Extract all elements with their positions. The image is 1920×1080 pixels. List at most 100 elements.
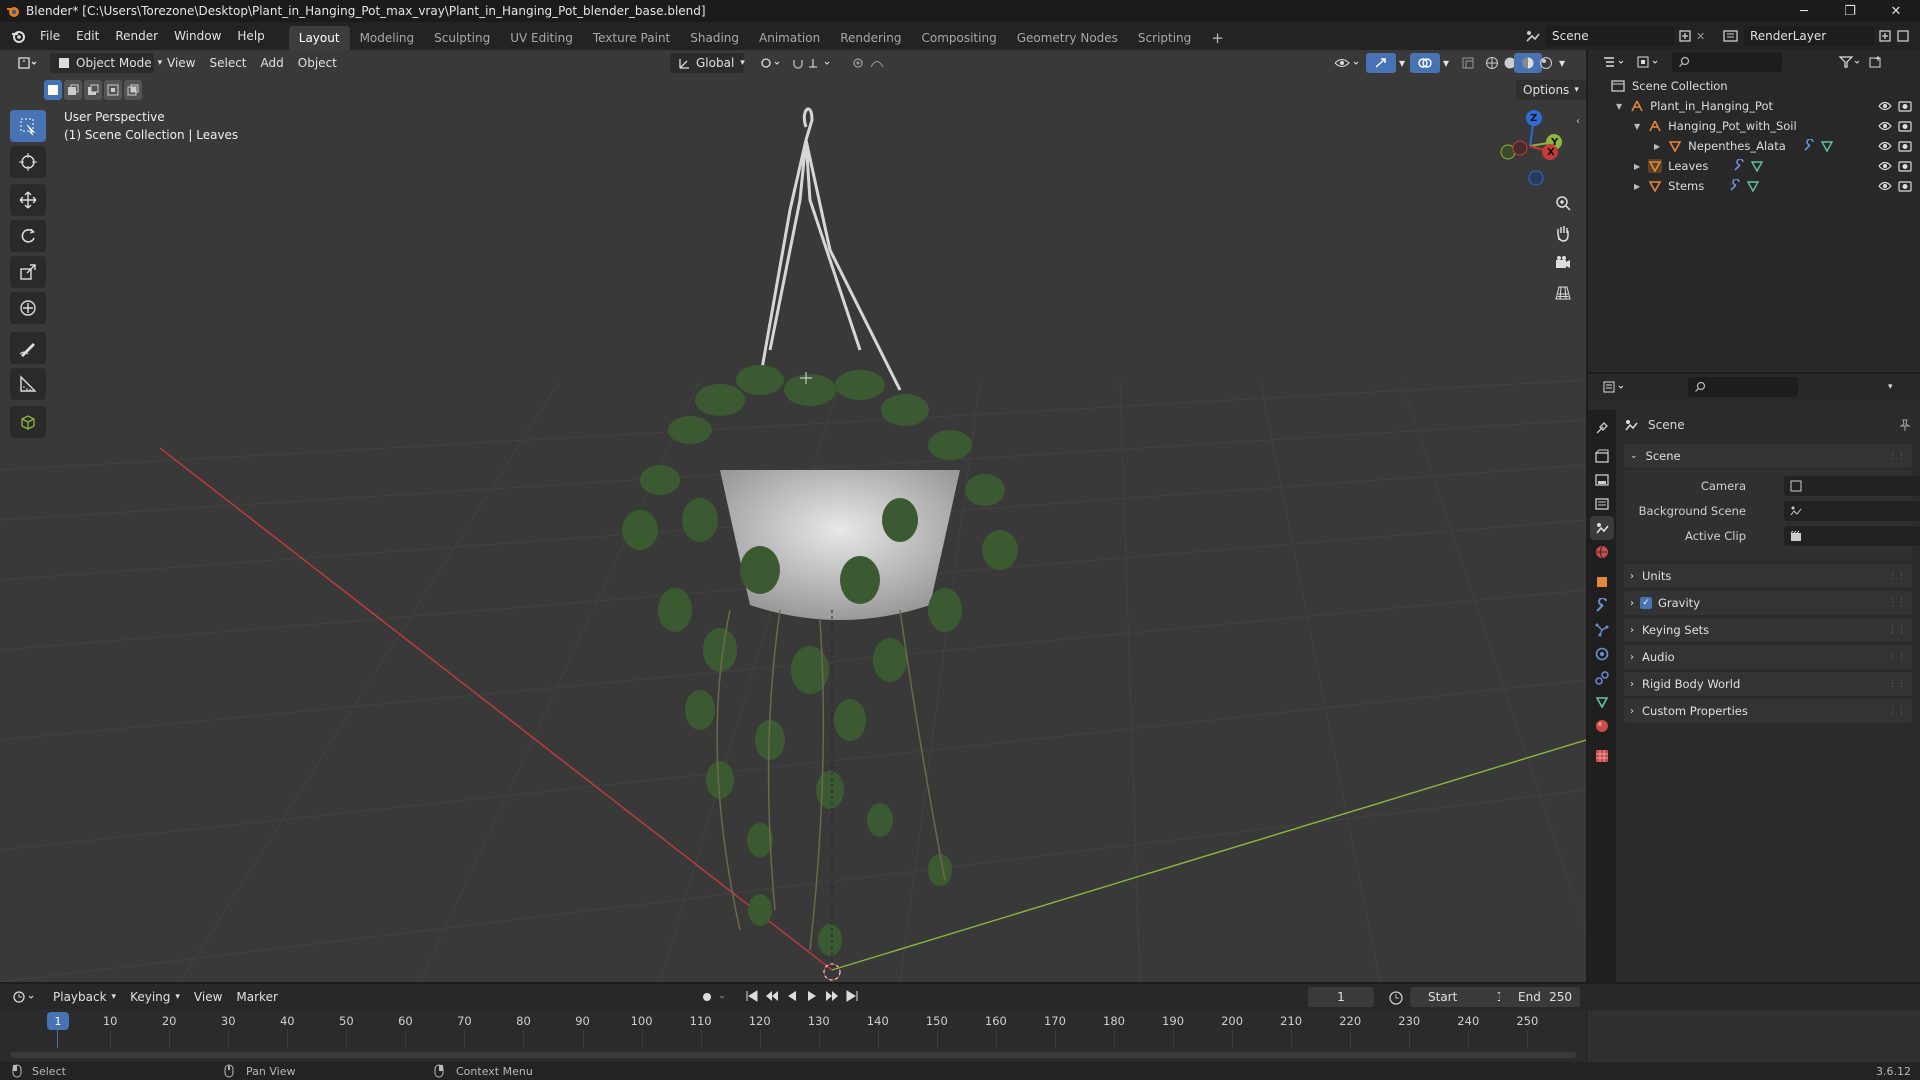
background-scene-field[interactable] bbox=[1784, 501, 1920, 521]
minimize-button[interactable]: ─ bbox=[1782, 0, 1826, 22]
world-tab-icon[interactable] bbox=[1590, 540, 1614, 564]
cursor-tool[interactable] bbox=[10, 146, 46, 178]
render-camera-icon[interactable] bbox=[1898, 100, 1912, 112]
transform-tool[interactable] bbox=[10, 292, 46, 324]
tab-shading[interactable]: Shading bbox=[680, 26, 749, 50]
remove-layer-icon[interactable] bbox=[1896, 29, 1910, 43]
chevron-down-icon[interactable]: ▾ bbox=[1888, 382, 1893, 392]
rotate-tool[interactable] bbox=[10, 220, 46, 252]
outliner-row-plant-in-hanging-pot[interactable]: ▼ Plant_in_Hanging_Pot bbox=[1588, 96, 1920, 116]
tab-rendering[interactable]: Rendering bbox=[830, 26, 911, 50]
menu-help[interactable]: Help bbox=[229, 22, 272, 50]
render-camera-icon[interactable] bbox=[1898, 160, 1912, 172]
render-camera-icon[interactable] bbox=[1898, 120, 1912, 132]
expand-arrow-icon[interactable]: ▶ bbox=[1634, 182, 1640, 191]
new-scene-icon[interactable] bbox=[1678, 29, 1692, 43]
end-frame-field[interactable]: End 250 bbox=[1500, 987, 1580, 1007]
sidebar-toggle-icon[interactable]: ‹ bbox=[1576, 116, 1580, 127]
preview-range-icon[interactable] bbox=[1388, 990, 1404, 1006]
menu-window[interactable]: Window bbox=[166, 22, 229, 50]
auto-keying-icon[interactable] bbox=[700, 990, 730, 1004]
select-extend-icon[interactable] bbox=[64, 80, 82, 100]
camera-field[interactable] bbox=[1784, 476, 1920, 496]
tab-texture-paint[interactable]: Texture Paint bbox=[583, 26, 680, 50]
modifier-tab-icon[interactable] bbox=[1590, 594, 1614, 618]
viewport-menu-object[interactable]: Object bbox=[291, 53, 344, 73]
select-subtract-icon[interactable] bbox=[84, 80, 102, 100]
eye-icon[interactable] bbox=[1878, 140, 1892, 152]
tab-sculpting[interactable]: Sculpting bbox=[424, 26, 500, 50]
zoom-icon[interactable] bbox=[1550, 190, 1576, 216]
select-invert-icon[interactable] bbox=[104, 80, 122, 100]
tab-compositing[interactable]: Compositing bbox=[911, 26, 1006, 50]
keying-menu[interactable]: Keying ▾ bbox=[123, 987, 187, 1007]
proportional-edit-icon[interactable] bbox=[844, 53, 902, 73]
outliner-row-nepenthes-alata[interactable]: ▶ Nepenthes_Alata bbox=[1588, 136, 1920, 156]
viewport-scene[interactable] bbox=[0, 50, 1586, 982]
mesh-data-icon[interactable] bbox=[1750, 159, 1764, 173]
properties-editor-icon[interactable] bbox=[1602, 380, 1628, 394]
add-cube-tool[interactable] bbox=[10, 406, 46, 438]
view-layer-tab-icon[interactable] bbox=[1590, 492, 1614, 516]
drag-handle-icon[interactable]: ⋮⋮ bbox=[1888, 679, 1906, 689]
select-new-icon[interactable] bbox=[44, 80, 62, 100]
snap-icon[interactable] bbox=[784, 53, 842, 73]
outliner-row-leaves[interactable]: ▶ Leaves bbox=[1588, 156, 1920, 176]
physics-tab-icon[interactable] bbox=[1590, 642, 1614, 666]
modifier-wrench-icon[interactable] bbox=[1802, 139, 1816, 153]
units-panel-header[interactable]: › Units ⋮⋮ bbox=[1624, 564, 1912, 588]
scene-subpanel-header[interactable]: ⌄ Scene ⋮⋮ bbox=[1624, 444, 1912, 468]
eye-icon[interactable] bbox=[1878, 180, 1892, 192]
maximize-button[interactable]: ❐ bbox=[1828, 0, 1872, 22]
play-reverse-icon[interactable] bbox=[784, 988, 800, 1004]
drag-handle-icon[interactable]: ⋮⋮ bbox=[1888, 598, 1906, 608]
modifier-wrench-icon[interactable] bbox=[1728, 179, 1742, 193]
scene-tab-icon[interactable] bbox=[1590, 516, 1614, 540]
jump-keyframe-next-icon[interactable] bbox=[824, 988, 840, 1004]
tab-animation[interactable]: Animation bbox=[749, 26, 830, 50]
outliner-search-input[interactable] bbox=[1672, 52, 1782, 72]
tab-layout[interactable]: Layout bbox=[288, 26, 350, 50]
mesh-data-icon[interactable] bbox=[1746, 179, 1760, 193]
eye-icon[interactable] bbox=[1878, 160, 1892, 172]
measure-tool[interactable] bbox=[10, 368, 46, 400]
viewport-menu-select[interactable]: Select bbox=[202, 53, 253, 73]
camera-view-icon[interactable] bbox=[1550, 250, 1576, 276]
outliner-editor-icon[interactable] bbox=[1602, 55, 1628, 69]
rigid-body-world-panel-header[interactable]: › Rigid Body World ⋮⋮ bbox=[1624, 672, 1912, 696]
audio-panel-header[interactable]: › Audio ⋮⋮ bbox=[1624, 645, 1912, 669]
drag-handle-icon[interactable]: ⋮⋮ bbox=[1888, 451, 1906, 461]
mesh-data-icon[interactable] bbox=[1820, 139, 1834, 153]
drag-handle-icon[interactable]: ⋮⋮ bbox=[1888, 571, 1906, 581]
expand-arrow-icon[interactable]: ▼ bbox=[1634, 122, 1640, 131]
jump-keyframe-prev-icon[interactable] bbox=[764, 988, 780, 1004]
playback-menu[interactable]: Playback ▾ bbox=[46, 987, 123, 1007]
new-layer-icon[interactable] bbox=[1878, 29, 1892, 43]
tab-modeling[interactable]: Modeling bbox=[350, 26, 425, 50]
timeline-view-menu[interactable]: View bbox=[187, 987, 229, 1007]
editor-type-icon[interactable] bbox=[10, 53, 46, 73]
tool-tab-icon[interactable] bbox=[1590, 416, 1614, 440]
keying-sets-panel-header[interactable]: › Keying Sets ⋮⋮ bbox=[1624, 618, 1912, 642]
drag-handle-icon[interactable]: ⋮⋮ bbox=[1888, 706, 1906, 716]
playhead-frame-label[interactable]: 1 bbox=[47, 1012, 69, 1030]
expand-arrow-icon[interactable]: ▼ bbox=[1616, 102, 1622, 111]
3d-viewport[interactable]: Object Mode ▾ View Select Add Object Glo… bbox=[0, 50, 1586, 982]
timeline-scrollbar[interactable] bbox=[10, 1052, 1576, 1058]
mode-dropdown[interactable]: Object Mode ▾ bbox=[50, 53, 162, 73]
marker-menu[interactable]: Marker bbox=[229, 987, 284, 1007]
active-clip-field[interactable] bbox=[1784, 526, 1920, 546]
render-camera-icon[interactable] bbox=[1898, 180, 1912, 192]
viewport-menu-add[interactable]: Add bbox=[254, 53, 291, 73]
tab-scripting[interactable]: Scripting bbox=[1128, 26, 1201, 50]
scale-tool[interactable] bbox=[10, 256, 46, 288]
delete-scene-icon[interactable]: ✕ bbox=[1696, 30, 1705, 43]
gravity-checkbox[interactable]: ✓ bbox=[1640, 597, 1652, 609]
tab-uv-editing[interactable]: UV Editing bbox=[500, 26, 583, 50]
timeline-ruler[interactable]: 10 20 30 40 50 60 70 80 90 100 110 120 130 140 150 160 1… bbox=[0, 1010, 1586, 1062]
new-collection-icon[interactable] bbox=[1868, 55, 1884, 69]
outliner-row-stems[interactable]: ▶ Stems bbox=[1588, 176, 1920, 196]
jump-end-icon[interactable] bbox=[844, 988, 860, 1004]
select-intersect-icon[interactable] bbox=[124, 80, 142, 100]
options-dropdown[interactable]: Options ▾ bbox=[1516, 80, 1586, 100]
